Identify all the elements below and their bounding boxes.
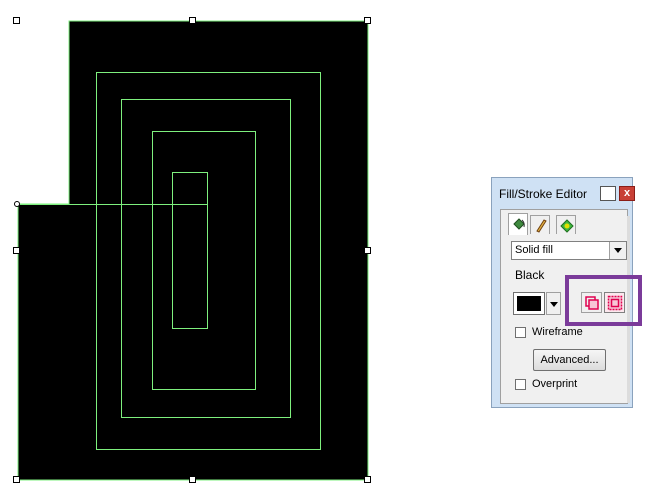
selected-shape[interactable]: [17, 20, 369, 481]
tab-effects[interactable]: [556, 215, 576, 234]
handle-bottom-right[interactable]: [364, 476, 371, 483]
advanced-button[interactable]: Advanced...: [533, 349, 606, 371]
color-swatch-fill: [517, 296, 541, 311]
handle-top-right[interactable]: [364, 17, 371, 24]
color-name-label: Black: [515, 268, 545, 282]
close-button[interactable]: x: [619, 186, 635, 201]
handle-bottom-left[interactable]: [13, 476, 20, 483]
green-diamond-icon: [560, 219, 574, 233]
overprint-checkbox[interactable]: [515, 379, 526, 390]
node-handle[interactable]: [14, 201, 20, 207]
panel-title: Fill/Stroke Editor: [499, 187, 588, 201]
wireframe-label: Wireframe: [532, 326, 583, 338]
handle-bottom-middle[interactable]: [189, 476, 196, 483]
minimize-button[interactable]: [600, 186, 616, 201]
handle-top-middle[interactable]: [189, 17, 196, 24]
wireframe-checkbox[interactable]: [515, 327, 526, 338]
handle-middle-left[interactable]: [13, 247, 20, 254]
color-swatch-button[interactable]: [513, 292, 545, 315]
highlight-annotation: [565, 275, 642, 326]
overprint-label: Overprint: [532, 378, 578, 390]
tab-fill[interactable]: [508, 213, 528, 235]
pen-icon: [536, 219, 547, 233]
chevron-down-icon[interactable]: [609, 242, 626, 259]
paint-bucket-icon: [513, 218, 525, 230]
handle-top-left[interactable]: [13, 17, 20, 24]
handle-middle-right[interactable]: [364, 247, 371, 254]
tab-stroke[interactable]: [530, 215, 550, 234]
color-dropdown-button[interactable]: [546, 292, 561, 315]
